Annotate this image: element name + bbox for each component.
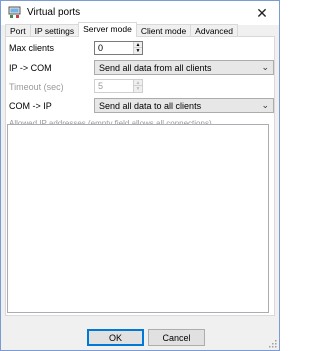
- title-bar[interactable]: Virtual ports ✕: [1, 1, 279, 25]
- com-ip-selected: Send all data to all clients: [99, 101, 202, 111]
- max-clients-spin-arrows: ▲ ▼: [133, 42, 142, 54]
- chevron-down-icon: ⌄: [261, 62, 269, 72]
- chevron-down-icon: ⌄: [261, 100, 269, 110]
- network-ports-icon: [8, 6, 21, 18]
- chevron-down-icon[interactable]: ▼: [134, 86, 142, 92]
- close-button[interactable]: ✕: [245, 1, 279, 25]
- tab-server-mode[interactable]: Server mode: [78, 22, 137, 37]
- com-ip-label: COM -> IP: [9, 101, 52, 111]
- virtual-ports-dialog: Virtual ports ✕ Port IP settings Server …: [0, 0, 280, 351]
- ok-button[interactable]: OK: [87, 329, 144, 346]
- chevron-down-icon[interactable]: ▼: [134, 48, 142, 54]
- max-clients-value[interactable]: 0: [98, 43, 103, 53]
- resize-grip-icon[interactable]: [269, 340, 277, 348]
- window-title: Virtual ports: [27, 7, 81, 18]
- ip-com-select[interactable]: Send all data from all clients ⌄: [94, 60, 274, 75]
- tab-strip: Port IP settings Server mode Client mode…: [5, 22, 238, 37]
- timeout-label: Timeout (sec): [9, 82, 64, 92]
- allowed-ip-textarea[interactable]: [7, 124, 269, 313]
- ip-com-selected: Send all data from all clients: [99, 63, 212, 73]
- timeout-spinner[interactable]: 5 ▲ ▼: [94, 79, 143, 93]
- cancel-button[interactable]: Cancel: [148, 329, 205, 346]
- com-ip-select[interactable]: Send all data to all clients ⌄: [94, 98, 274, 113]
- timeout-spin-arrows: ▲ ▼: [133, 80, 142, 92]
- max-clients-spinner[interactable]: 0 ▲ ▼: [94, 41, 143, 55]
- close-icon: ✕: [256, 4, 268, 21]
- timeout-value[interactable]: 5: [98, 81, 103, 91]
- ip-com-label: IP -> COM: [9, 63, 52, 73]
- max-clients-label: Max clients: [9, 43, 55, 53]
